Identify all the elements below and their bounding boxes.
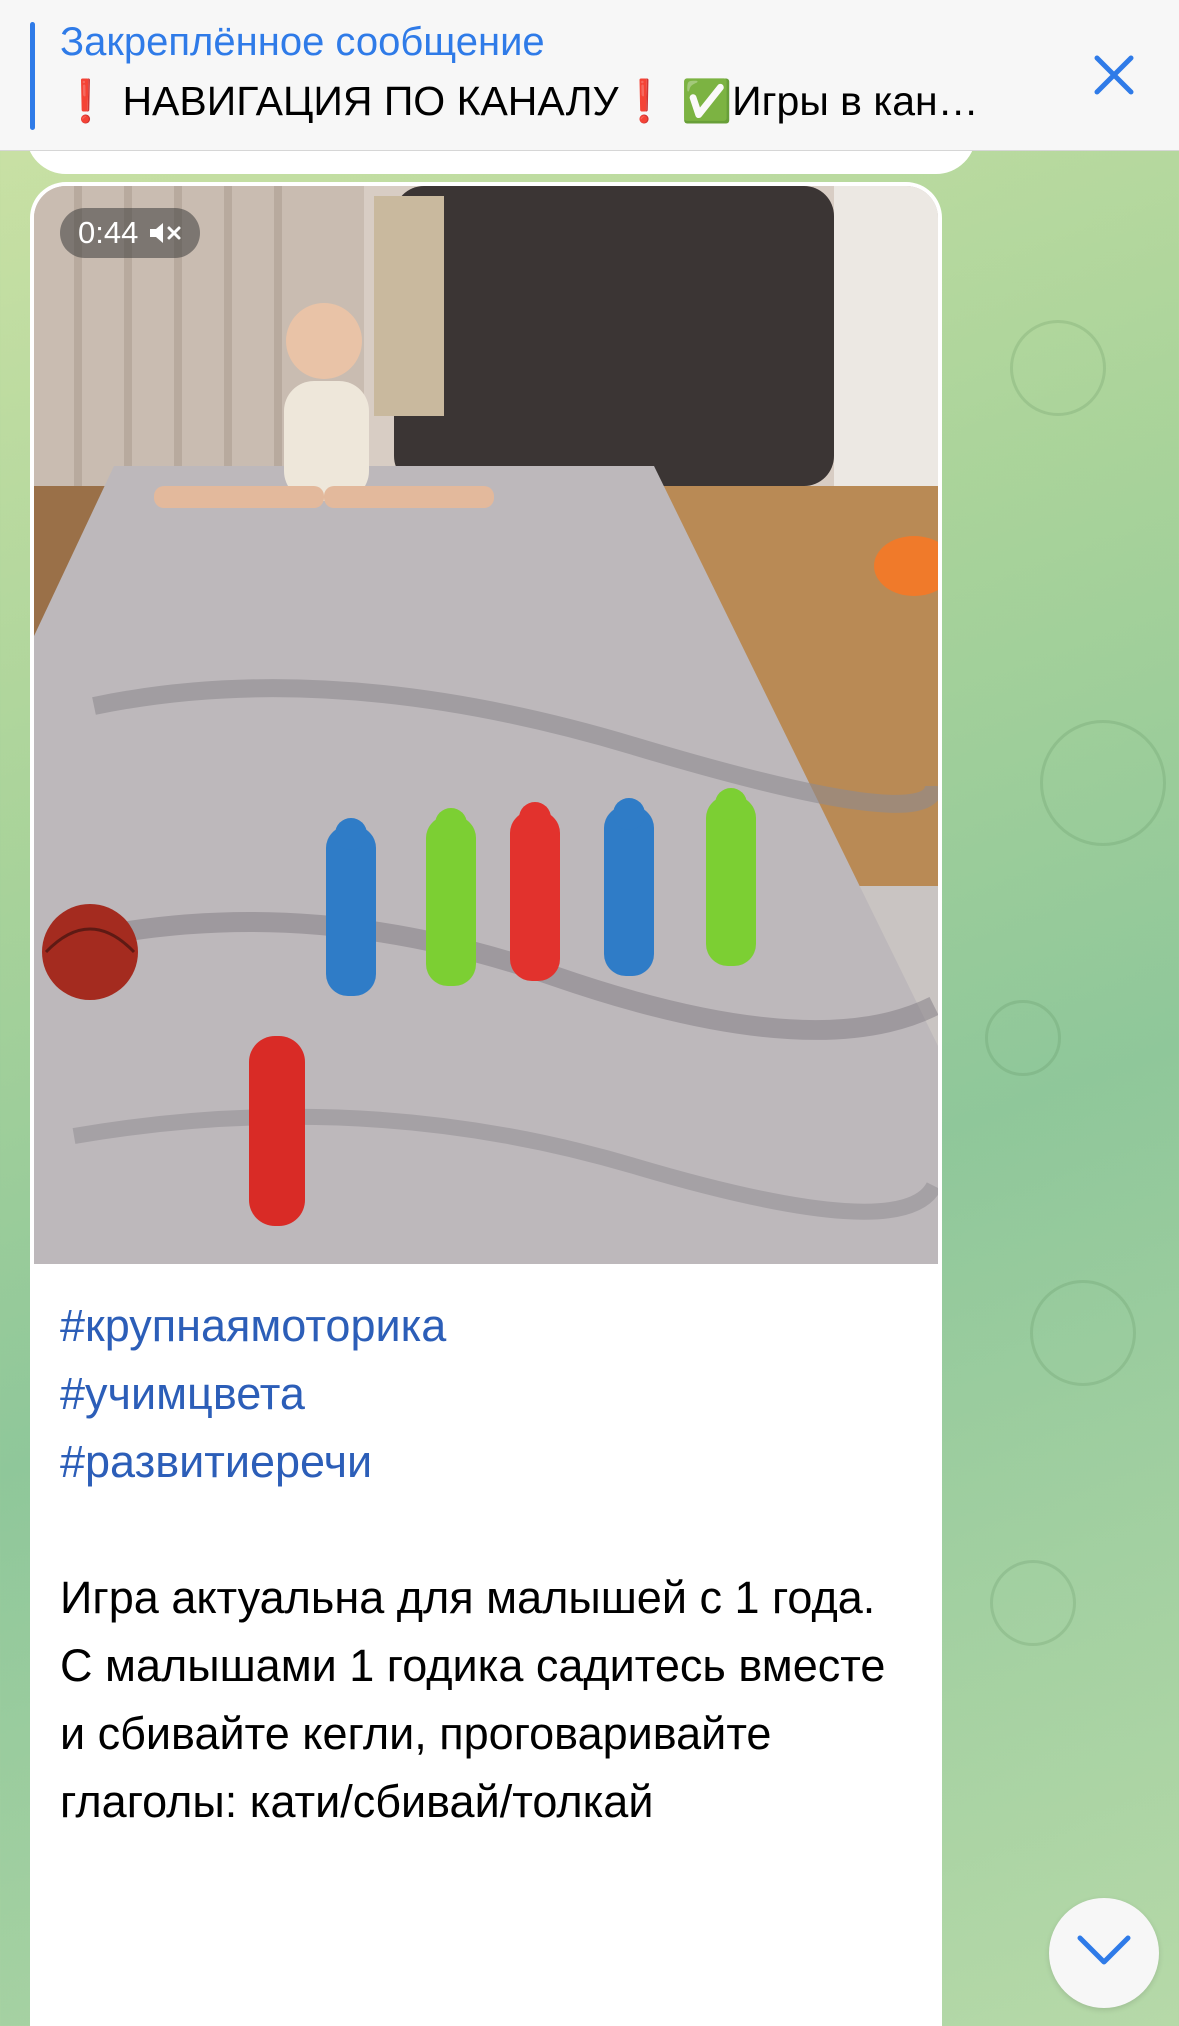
video-duration-badge[interactable]: 0:44 xyxy=(60,208,201,258)
background-doodle xyxy=(1030,1280,1136,1386)
message-caption: #крупнаямоторика #учимцвета #развитиереч… xyxy=(60,1292,920,1836)
speaker-muted-icon xyxy=(148,220,182,246)
video-frame xyxy=(34,186,938,1264)
pinned-message-bar[interactable]: Закреплённое сообщение ❗️ НАВИГАЦИЯ ПО К… xyxy=(0,0,1179,151)
scroll-down-button[interactable] xyxy=(1049,1898,1159,2008)
pinned-title: Закреплённое сообщение xyxy=(60,20,545,64)
close-icon[interactable] xyxy=(1091,52,1137,98)
video-duration: 0:44 xyxy=(78,215,139,250)
message-paragraph: Игра актуальна для малышей с 1 года. xyxy=(60,1572,876,1623)
message-bubble: 0:44 #крупнаямоторика #учимцвета #развит… xyxy=(30,182,942,2026)
background-doodle xyxy=(990,1560,1076,1646)
chevron-down-icon xyxy=(1076,1934,1132,1973)
pinned-text: ❗️ НАВИГАЦИЯ ПО КАНАЛУ❗️ ✅Игры в кан… xyxy=(60,78,979,124)
background-doodle xyxy=(1010,320,1106,416)
message-paragraph: С малышами 1 годика садитесь вместе и сб… xyxy=(60,1640,886,1827)
hashtag-link[interactable]: #крупнаямоторика xyxy=(60,1292,920,1360)
video-player[interactable]: 0:44 xyxy=(34,186,938,1264)
background-doodle xyxy=(1040,720,1166,846)
background-doodle xyxy=(985,1000,1061,1076)
hashtag-link[interactable]: #учимцвета xyxy=(60,1360,920,1428)
hashtag-link[interactable]: #развитиеречи xyxy=(60,1428,920,1496)
pinned-accent-line xyxy=(30,22,35,130)
